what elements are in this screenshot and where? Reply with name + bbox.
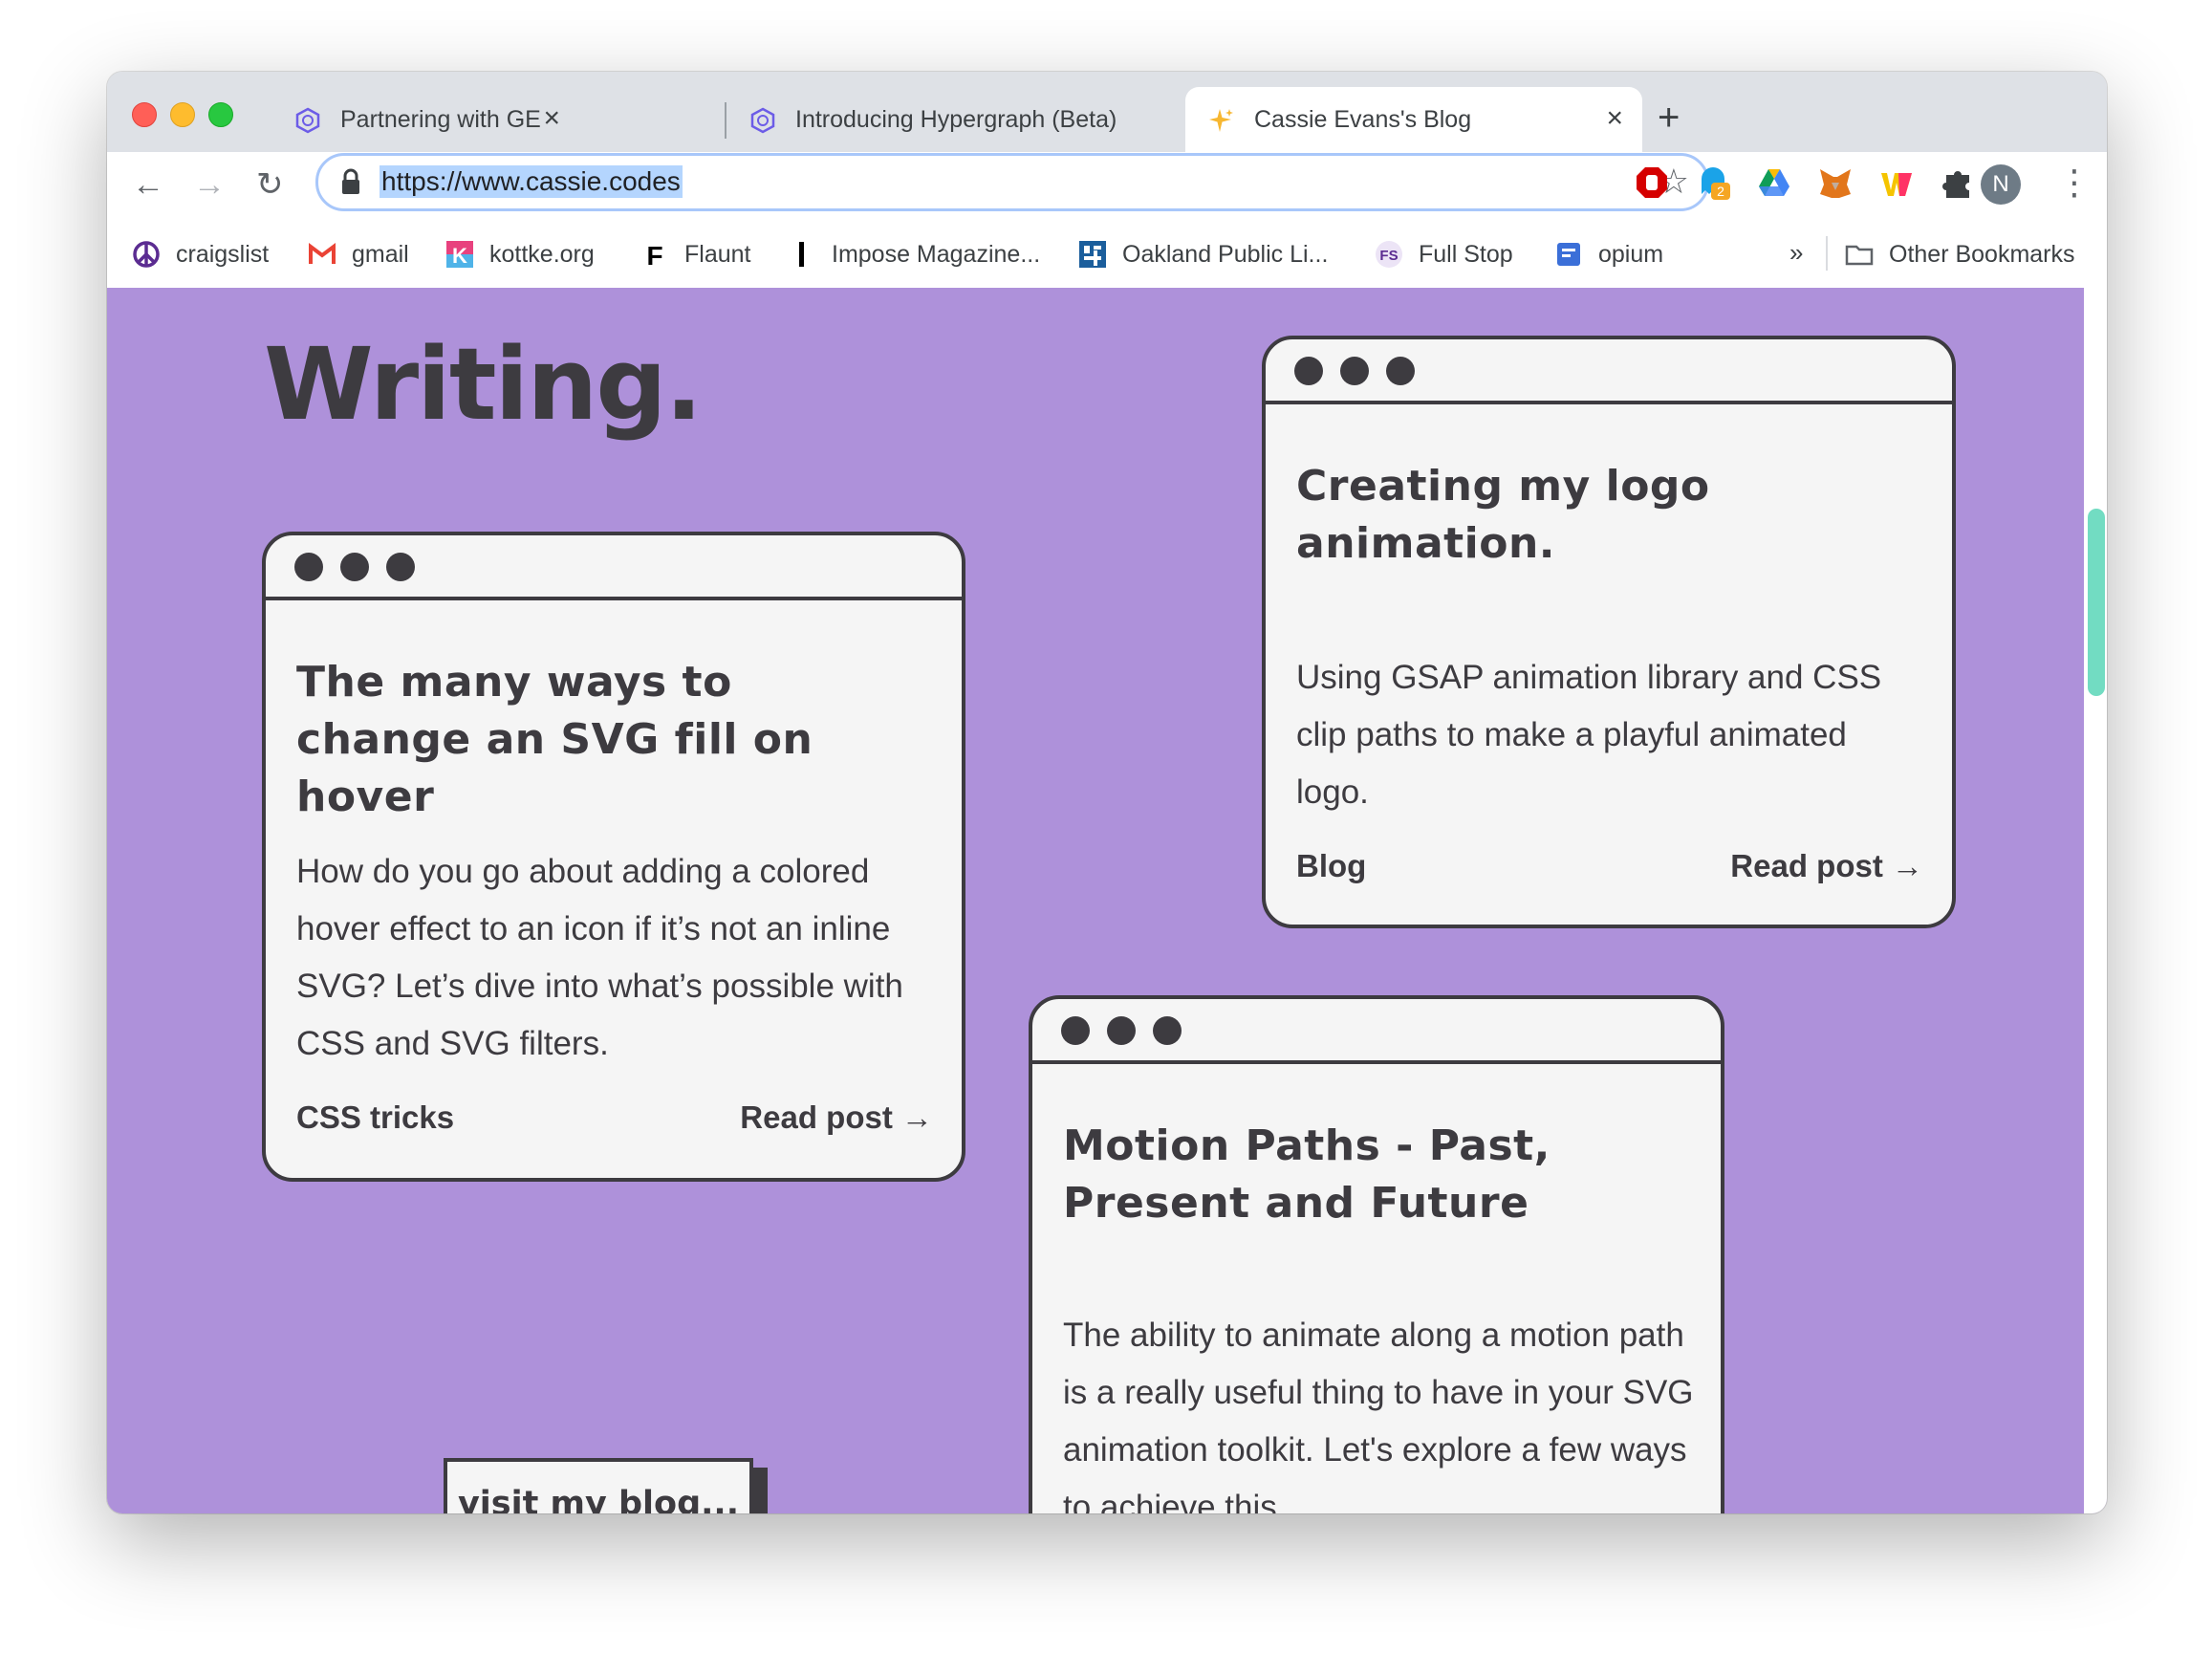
window-dot-icon [1386,357,1415,385]
tab-partnering-geut[interactable]: Partnering with GEUT × [271,87,579,152]
card-description: The ability to animate along a motion pa… [1063,1317,1694,1513]
wappalyzer-icon[interactable] [1879,165,1914,200]
window-dot-icon [386,553,415,581]
other-bookmarks-folder[interactable]: Other Bookmarks [1845,238,2075,271]
browser-window: Partnering with GEUT × Introducing Hyper… [107,72,2107,1513]
google-drive-icon[interactable] [1757,165,1791,200]
bookmarks-bar: craigslist gmail K kottke.org F Flaunt I… [107,221,2107,289]
bookmark-full-stop[interactable]: FS Full Stop [1375,238,1513,271]
window-maximize-button[interactable] [208,102,233,127]
bookmark-gmail[interactable]: gmail [308,238,409,271]
tab-close-icon[interactable]: × [1606,104,1623,133]
page-viewport: Writing. The many ways to change an SVG … [107,288,2107,1513]
sparkle-icon [1209,109,1233,132]
card-description: How do you go about adding a colored hov… [296,853,903,1062]
bookmark-impose-magazine[interactable]: Impose Magazine... [788,238,1040,271]
window-dot-icon [1153,1016,1182,1045]
extensions-puzzle-icon[interactable] [1941,165,1975,200]
svg-text:FS: FS [1379,248,1398,264]
new-tab-button[interactable]: + [1658,98,1680,137]
profile-avatar[interactable]: N [1981,164,2021,205]
tab-title: Partnering with GEUT [340,106,541,133]
read-post-link[interactable]: Read post → [1730,848,1923,884]
more-menu-icon[interactable]: ⋮ [2057,163,2092,202]
blog-post-card[interactable]: Motion Paths - Past, Present and Future … [1029,995,1724,1513]
window-dot-icon [1340,357,1369,385]
reload-icon[interactable]: ↻ [256,165,284,204]
gmail-icon [308,240,336,269]
bookmark-flaunt[interactable]: F Flaunt [640,238,750,271]
library-icon [1078,240,1107,269]
tab-strip: Partnering with GEUT × Introducing Hyper… [107,72,2107,152]
opium-icon [1554,240,1583,269]
address-bar[interactable]: https://www.cassie.codes ☆ [315,153,1709,211]
card-title[interactable]: Motion Paths - Past, Present and Future [1063,1118,1598,1232]
hypergraph-icon [295,107,320,134]
tab-close-icon[interactable]: × [543,104,560,133]
visit-blog-button[interactable]: visit my blog... [444,1458,753,1513]
metamask-fox-icon[interactable] [1818,165,1853,200]
card-category: Blog [1296,848,1367,883]
window-minimize-button[interactable] [170,102,195,127]
svg-text:K: K [452,244,467,268]
window-dot-icon [294,553,323,581]
fullstop-icon: FS [1375,240,1403,269]
blog-post-card[interactable]: The many ways to change an SVG fill on h… [262,532,965,1182]
card-title[interactable]: Creating my logo animation. [1296,458,1832,573]
read-post-link[interactable]: Read post → [740,1099,933,1136]
impose-icon [788,240,816,269]
scrollbar-thumb[interactable] [2088,509,2105,696]
svg-text:F: F [646,241,662,269]
bookmark-opium[interactable]: opium [1554,238,1663,271]
window-dot-icon [1294,357,1323,385]
page-heading: Writing. [264,326,703,443]
extension-badge: 2 [1717,184,1724,199]
card-description: Using GSAP animation library and CSS cli… [1296,659,1882,811]
bookmarks-overflow-icon[interactable]: » [1789,238,1803,268]
bookmark-craigslist[interactable]: craigslist [132,238,269,271]
hypergraph-icon [750,107,775,134]
ublock-icon[interactable] [1635,165,1669,200]
window-dot-icon [1061,1016,1090,1045]
forward-icon[interactable]: → [193,165,226,204]
card-category: CSS tricks [296,1099,455,1135]
back-icon[interactable]: ← [132,165,164,204]
url-text[interactable]: https://www.cassie.codes [380,165,683,198]
scrollbar-track[interactable] [2084,288,2107,1513]
tab-cassie-evans-blog[interactable]: Cassie Evans's Blog × [1185,87,1642,152]
bookmarks-divider [1826,236,1828,271]
blog-post-card[interactable]: Creating my logo animation. Using GSAP a… [1262,336,1956,928]
peace-icon [132,240,161,269]
ghostery-icon[interactable]: 2 [1696,165,1730,200]
window-close-button[interactable] [132,102,157,127]
card-title-bar [1032,999,1721,1064]
card-title[interactable]: The many ways to change an SVG fill on h… [296,654,908,826]
tab-title: Cassie Evans's Blog [1254,106,1472,133]
window-dot-icon [340,553,369,581]
window-dot-icon [1107,1016,1136,1045]
tab-title: Introducing Hypergraph (Beta) [795,106,1117,133]
folder-icon [1845,240,1874,269]
bookmark-kottke[interactable]: K kottke.org [445,238,595,271]
card-title-bar [266,535,962,600]
kottke-icon: K [445,240,474,269]
bookmark-oakland-public-library[interactable]: Oakland Public Li... [1078,238,1328,271]
card-title-bar [1266,339,1952,404]
flaunt-icon: F [640,240,669,269]
lock-icon [342,168,359,194]
